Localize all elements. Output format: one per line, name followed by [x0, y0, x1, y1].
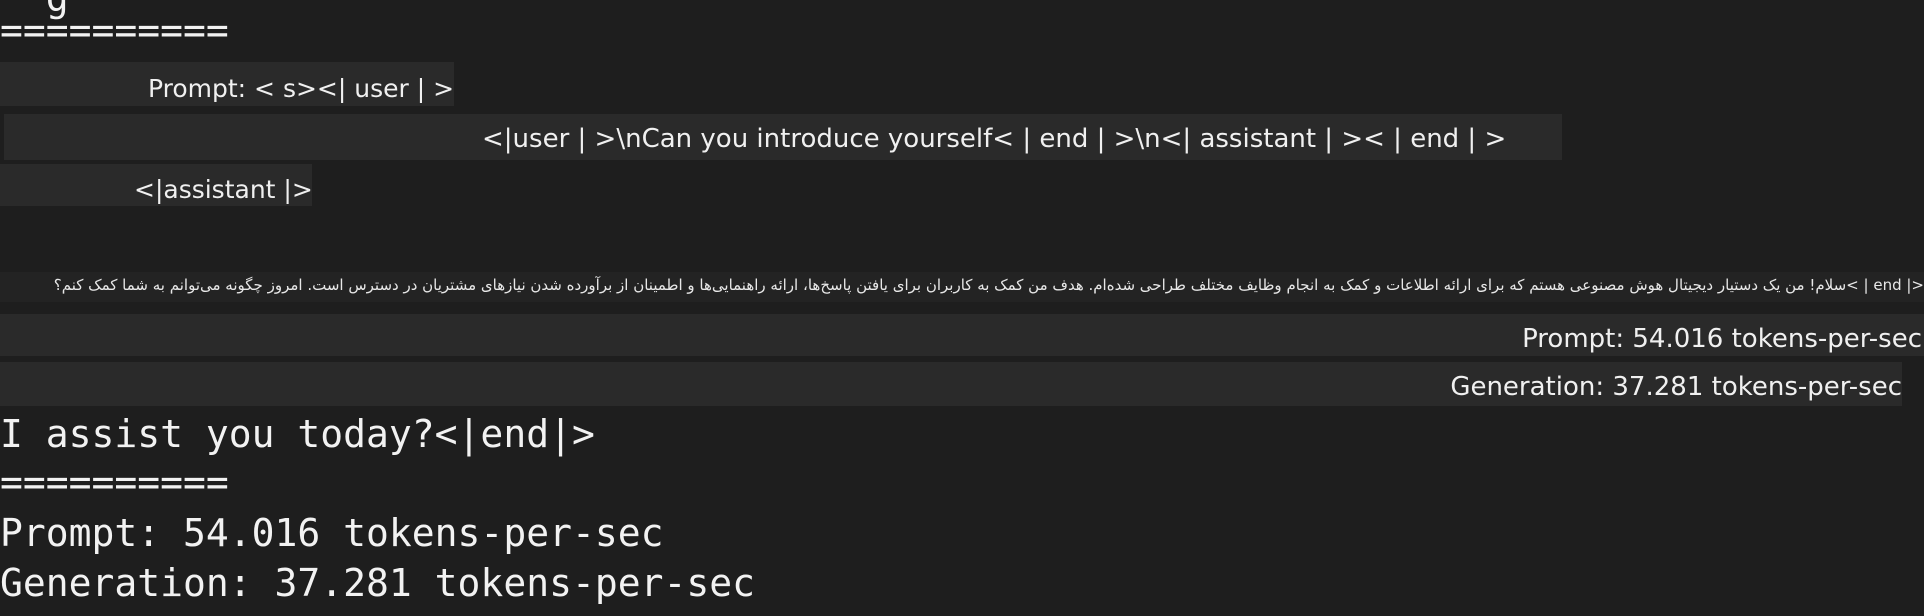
overlay-rtl-response: <| end | >سلام! من یک دستیار دیجیتال هوش…	[0, 272, 1924, 302]
prompt-stats-line: Prompt: 54.016 tokens-per-sec	[0, 511, 664, 555]
generation-stats-line: Generation: 37.281 tokens-per-sec	[0, 561, 755, 605]
overlay-assistant-label: <|assistant |>	[134, 175, 313, 204]
separator-line-bottom: ==========	[0, 460, 229, 504]
overlay-prompt-label: Prompt: < s><| user | >	[148, 74, 455, 103]
separator-line-top: ==========	[0, 8, 229, 52]
response-tail-line: I assist you today?<|end|>	[0, 412, 595, 456]
overlay-generation-stats: Generation: 37.281 tokens-per-sec	[1450, 372, 1902, 402]
overlay-prompt-stats: Prompt: 54.016 tokens-per-sec	[1522, 324, 1922, 354]
rtl-response-text: <| end | >سلام! من یک دستیار دیجیتال هوش…	[53, 276, 1924, 294]
overlay-user-message: <|user | >\nCan you introduce yourself< …	[482, 124, 1507, 154]
